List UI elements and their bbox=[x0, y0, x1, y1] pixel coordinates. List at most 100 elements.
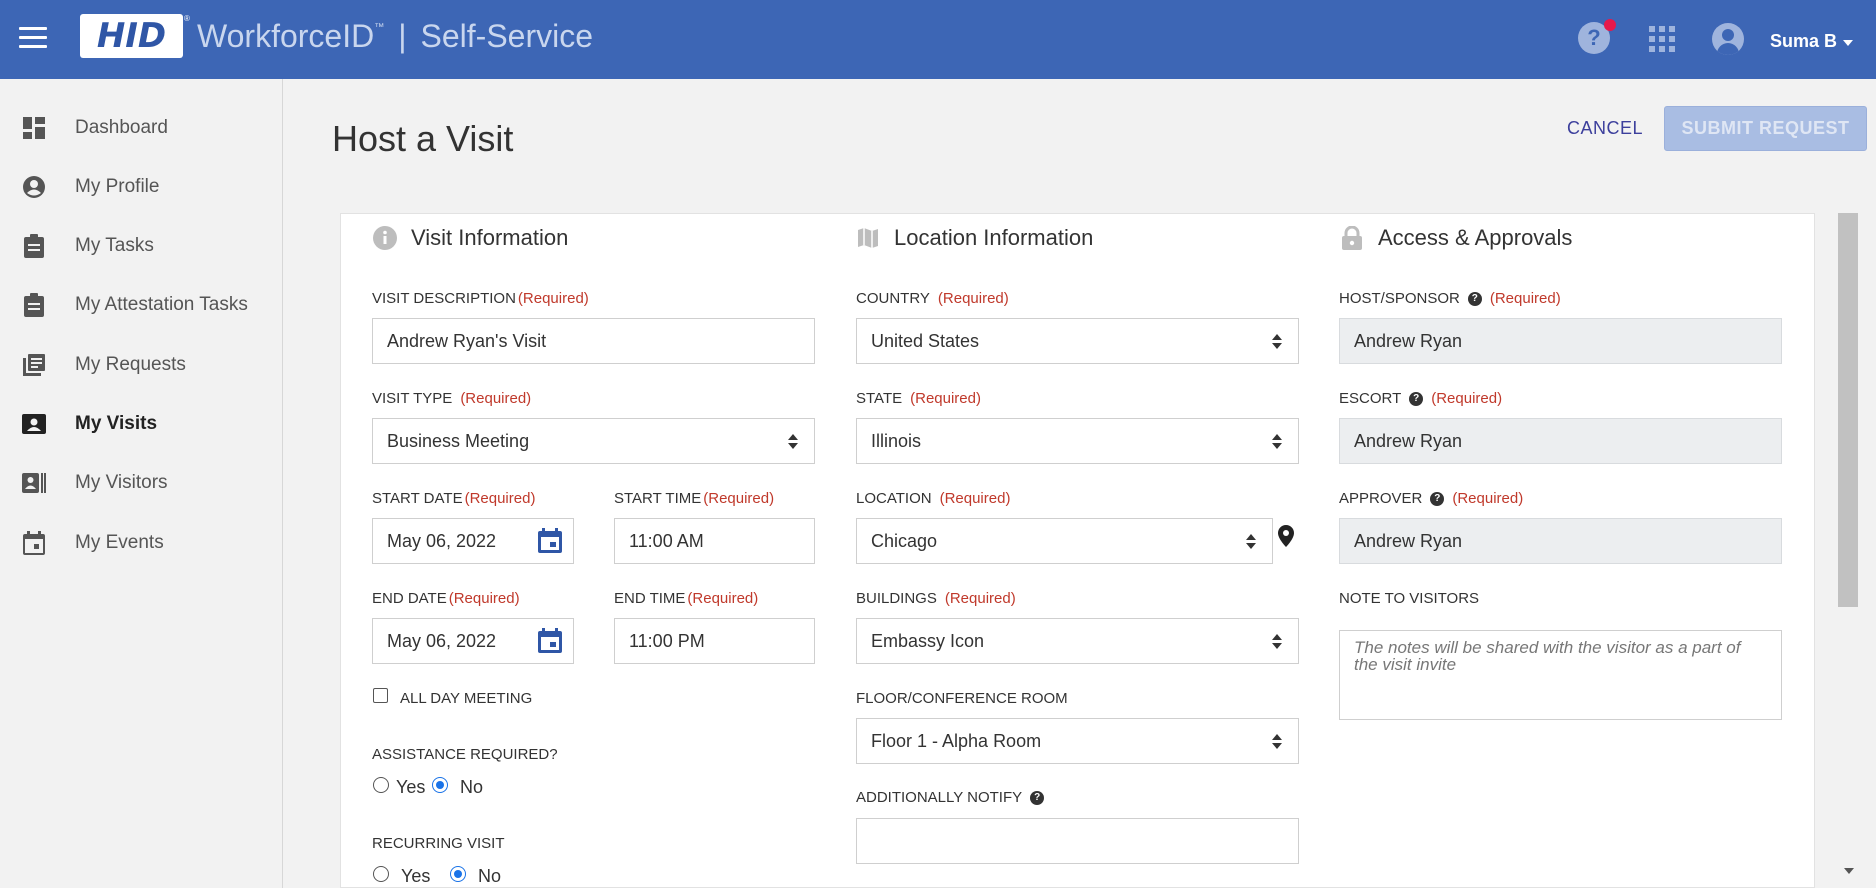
required-marker: (Required) bbox=[460, 390, 532, 407]
start-date-input[interactable]: May 06, 2022 bbox=[372, 518, 574, 564]
recurring-visit-label: RECURRING VISIT bbox=[372, 835, 505, 852]
start-time-label: START TIME (Required) bbox=[614, 490, 774, 507]
registered-mark: ® bbox=[184, 14, 190, 23]
sidebar-item-my-visits[interactable]: My Visits bbox=[0, 404, 282, 444]
state-select[interactable]: Illinois bbox=[856, 418, 1299, 464]
requests-icon bbox=[22, 353, 46, 377]
country-label: COUNTRY (Required) bbox=[856, 290, 1009, 307]
date-value: May 06, 2022 bbox=[387, 530, 497, 551]
label-text: LOCATION bbox=[856, 490, 932, 507]
assistance-yes-radio[interactable] bbox=[373, 777, 389, 793]
visit-badge-icon bbox=[22, 412, 46, 436]
select-arrows-icon bbox=[1272, 434, 1282, 450]
section-title: Access & Approvals bbox=[1378, 225, 1573, 250]
required-marker: (Required) bbox=[448, 590, 520, 607]
start-date-label: START DATE (Required) bbox=[372, 490, 535, 507]
map-icon bbox=[856, 226, 880, 250]
select-arrows-icon bbox=[1272, 734, 1282, 750]
end-date-label: END DATE (Required) bbox=[372, 590, 520, 607]
visit-type-label: VISIT TYPE (Required) bbox=[372, 390, 531, 407]
user-name[interactable]: Suma B bbox=[1770, 31, 1837, 52]
visit-type-select[interactable]: Business Meeting bbox=[372, 418, 815, 464]
label-text: HOST/SPONSOR bbox=[1339, 290, 1460, 307]
recurring-yes-radio[interactable] bbox=[373, 866, 389, 882]
select-value: Chicago bbox=[871, 530, 938, 551]
label-text: APPROVER bbox=[1339, 490, 1423, 507]
calendar-icon[interactable] bbox=[537, 628, 563, 654]
recurring-no-radio[interactable] bbox=[450, 866, 466, 882]
start-time-input[interactable]: 11:00 AM bbox=[614, 518, 815, 564]
additionally-notify-input[interactable] bbox=[856, 818, 1299, 864]
select-arrows-icon bbox=[1246, 534, 1256, 550]
label-text: VISIT TYPE bbox=[372, 390, 453, 407]
sidebar-item-label: My Visits bbox=[75, 413, 158, 434]
help-icon[interactable]: ? bbox=[1030, 790, 1045, 805]
location-information-header: Location Information bbox=[856, 224, 1093, 252]
sidebar-item-my-visitors[interactable]: My Visitors bbox=[0, 463, 282, 503]
approver-label: APPROVER? (Required) bbox=[1339, 490, 1523, 507]
label-text: STATE bbox=[856, 390, 903, 407]
required-marker: (Required) bbox=[939, 490, 1011, 507]
note-to-visitors-textarea[interactable]: The notes will be shared with the visito… bbox=[1339, 630, 1782, 720]
map-pin-icon[interactable] bbox=[1278, 525, 1294, 547]
select-value: Illinois bbox=[871, 430, 922, 451]
section-title: Visit Information bbox=[411, 225, 569, 250]
label-text: END TIME bbox=[614, 590, 686, 607]
sidebar-item-my-attestation-tasks[interactable]: My Attestation Tasks bbox=[0, 285, 282, 325]
sidebar-item-label: Dashboard bbox=[75, 117, 168, 138]
scrollbar-thumb[interactable] bbox=[1838, 213, 1858, 607]
apps-grid-icon[interactable] bbox=[1649, 26, 1675, 52]
country-select[interactable]: United States bbox=[856, 318, 1299, 364]
scroll-down-arrow-icon[interactable] bbox=[1844, 868, 1854, 874]
label-text: START DATE bbox=[372, 490, 463, 507]
info-icon bbox=[373, 226, 397, 250]
cancel-button[interactable]: CANCEL bbox=[1560, 108, 1650, 148]
select-value: United States bbox=[871, 330, 980, 351]
visit-information-header: Visit Information bbox=[373, 224, 568, 252]
section-title: Location Information bbox=[894, 225, 1094, 250]
additionally-notify-label: ADDITIONALLY NOTIFY? bbox=[856, 789, 1045, 806]
sidebar-item-my-events[interactable]: My Events bbox=[0, 523, 282, 563]
sidebar-item-dashboard[interactable]: Dashboard bbox=[0, 108, 282, 148]
submit-request-button[interactable]: SUBMIT REQUEST bbox=[1664, 106, 1867, 151]
required-marker: (Required) bbox=[1489, 290, 1561, 307]
sidebar-item-my-tasks[interactable]: My Tasks bbox=[0, 226, 282, 266]
recurring-yes-label: Yes bbox=[401, 866, 431, 886]
help-icon[interactable]: ? bbox=[1430, 491, 1445, 506]
dashboard-icon bbox=[22, 116, 46, 140]
help-icon[interactable]: ? bbox=[1409, 391, 1424, 406]
buildings-select[interactable]: Embassy Icon bbox=[856, 618, 1299, 664]
page-title: Host a Visit bbox=[332, 118, 514, 159]
sidebar-item-my-profile[interactable]: My Profile bbox=[0, 167, 282, 207]
product-name: WorkforceID™ | Self-Service bbox=[197, 18, 593, 55]
escort-label: ESCORT? (Required) bbox=[1339, 390, 1502, 407]
assistance-no-radio[interactable] bbox=[432, 777, 448, 793]
label-text: ADDITIONALLY NOTIFY bbox=[856, 789, 1023, 806]
location-select[interactable]: Chicago bbox=[856, 518, 1273, 564]
required-marker: (Required) bbox=[517, 290, 589, 307]
label-text: BUILDINGS bbox=[856, 590, 937, 607]
label-text: COUNTRY bbox=[856, 290, 930, 307]
sidebar-item-my-requests[interactable]: My Requests bbox=[0, 345, 282, 385]
all-day-meeting-checkbox[interactable] bbox=[373, 688, 388, 703]
visit-description-input[interactable]: Andrew Ryan's Visit bbox=[372, 318, 815, 364]
select-arrows-icon bbox=[1272, 634, 1282, 650]
sidebar-item-label: My Requests bbox=[75, 354, 186, 375]
end-time-input[interactable]: 11:00 PM bbox=[614, 618, 815, 664]
select-arrows-icon bbox=[788, 434, 798, 450]
label-text: VISIT DESCRIPTION bbox=[372, 290, 516, 307]
calendar-icon[interactable] bbox=[537, 528, 563, 554]
user-avatar-icon[interactable] bbox=[1712, 23, 1744, 55]
caret-down-icon[interactable] bbox=[1843, 40, 1853, 46]
required-marker: (Required) bbox=[1452, 490, 1524, 507]
help-icon[interactable]: ? bbox=[1467, 291, 1482, 306]
menu-icon[interactable] bbox=[19, 27, 47, 51]
floor-conference-room-select[interactable]: Floor 1 - Alpha Room bbox=[856, 718, 1299, 764]
sidebar-item-label: My Attestation Tasks bbox=[75, 294, 248, 315]
end-date-input[interactable]: May 06, 2022 bbox=[372, 618, 574, 664]
host-sponsor-label: HOST/SPONSOR? (Required) bbox=[1339, 290, 1561, 307]
sidebar-item-label: My Events bbox=[75, 532, 164, 553]
app-name: Self-Service bbox=[420, 18, 594, 54]
required-marker: (Required) bbox=[910, 390, 981, 407]
top-bar: HID ® WorkforceID™ | Self-Service ? Suma B bbox=[0, 0, 1876, 79]
